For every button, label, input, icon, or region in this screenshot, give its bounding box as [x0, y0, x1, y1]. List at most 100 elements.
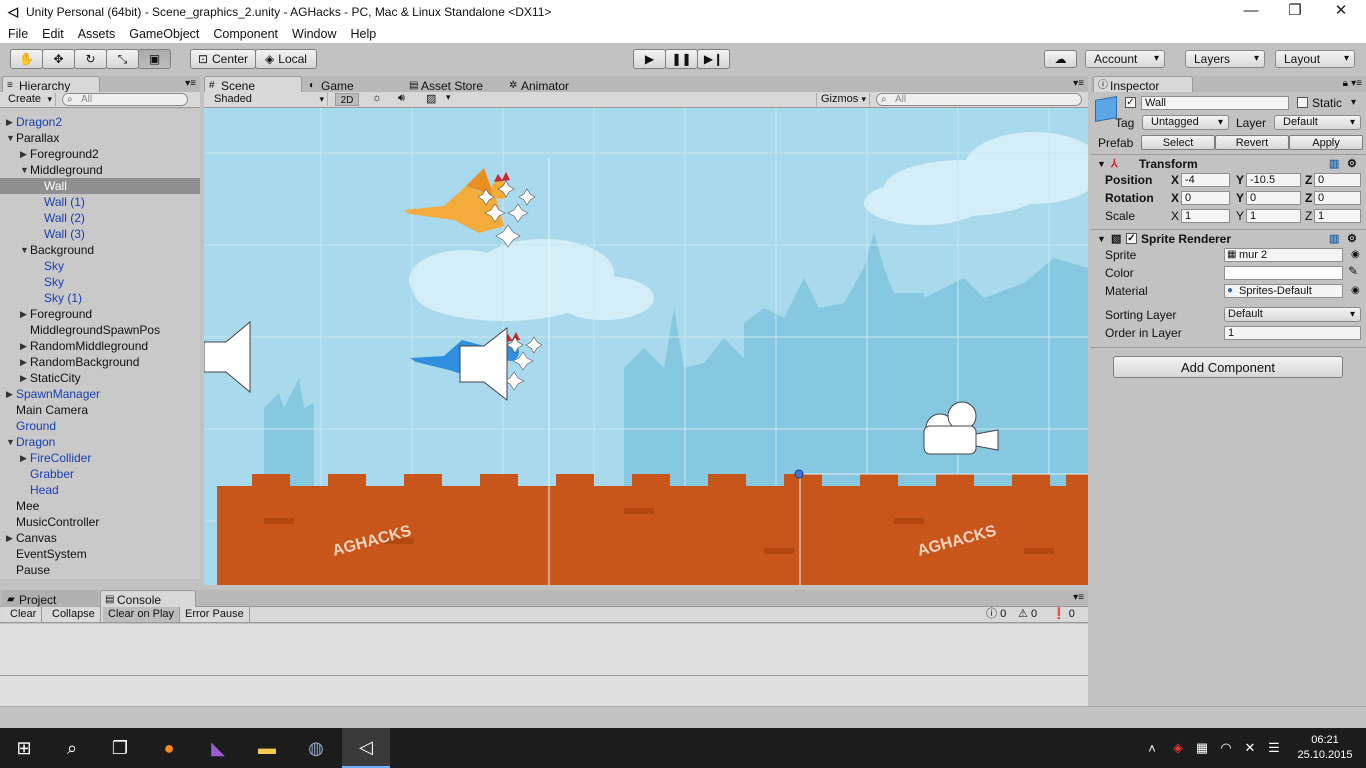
hierarchy-item[interactable]: ▶ RandomMiddleground: [0, 338, 200, 354]
firefox-icon[interactable]: ●: [145, 728, 193, 768]
hierarchy-item[interactable]: Head: [0, 482, 200, 498]
foldout-expanded-icon[interactable]: ▼: [6, 130, 15, 146]
hierarchy-item[interactable]: ▼ Background: [0, 242, 200, 258]
scene-view[interactable]: AGHACKS AGHACKS: [204, 108, 1088, 585]
foldout-expanded-icon[interactable]: ▼: [20, 242, 29, 258]
collapse-button[interactable]: Collapse: [47, 607, 101, 622]
sprite-field[interactable]: ▦ mur 2: [1224, 248, 1343, 262]
foldout-expanded-icon[interactable]: ▼: [6, 434, 15, 450]
panel-menu-icon[interactable]: ▾≡: [185, 78, 196, 89]
hierarchy-item[interactable]: Grabber: [0, 466, 200, 482]
hierarchy-item[interactable]: Wall (1): [0, 194, 200, 210]
shading-dropdown[interactable]: Shaded: [210, 93, 328, 106]
sorting-layer-dropdown[interactable]: Default: [1224, 307, 1361, 322]
layers-dropdown[interactable]: Layers: [1185, 50, 1265, 68]
hierarchy-item[interactable]: MiddlegroundSpawnPos: [0, 322, 200, 338]
error-pause-toggle[interactable]: Error Pause: [180, 607, 250, 622]
scale-tool-button[interactable]: ⤡: [106, 49, 139, 69]
help-book-icon[interactable]: ▥: [1329, 155, 1339, 173]
foldout-collapsed-icon[interactable]: ▶: [20, 354, 27, 370]
scene-panel-menu-icon[interactable]: ▾≡: [1073, 78, 1084, 89]
position-x-field[interactable]: -4: [1181, 173, 1230, 187]
lock-icon[interactable]: 🔒︎: [1343, 78, 1348, 89]
scale-y-field[interactable]: 1: [1246, 209, 1301, 223]
hierarchy-item[interactable]: ▶ FireCollider: [0, 450, 200, 466]
restore-button[interactable]: ❐: [1272, 0, 1318, 24]
hierarchy-item[interactable]: EventSystem: [0, 546, 200, 562]
effects-toggle-icon[interactable]: ▨: [426, 92, 436, 105]
tag-dropdown[interactable]: Untagged: [1142, 115, 1229, 130]
search-icon[interactable]: ⌕: [48, 728, 96, 768]
hierarchy-item[interactable]: MusicController: [0, 514, 200, 530]
hierarchy-item[interactable]: ▶ StaticCity: [0, 370, 200, 386]
start-windows-icon[interactable]: ⊞: [0, 728, 48, 768]
tray-app-icon[interactable]: ◈: [1166, 728, 1190, 768]
create-dropdown[interactable]: Create: [4, 93, 56, 106]
scene-search-input[interactable]: All: [876, 93, 1082, 106]
rect-tool-button[interactable]: ▣: [138, 49, 171, 69]
console-log-area[interactable]: [0, 624, 1088, 706]
move-tool-button[interactable]: ✥: [42, 49, 75, 69]
hierarchy-item[interactable]: Sky (1): [0, 290, 200, 306]
hierarchy-item[interactable]: ▶ Foreground2: [0, 146, 200, 162]
static-dropdown-icon[interactable]: ▾: [1351, 96, 1356, 110]
menu-gameobject[interactable]: GameObject: [129, 27, 199, 41]
foldout-collapsed-icon[interactable]: ▶: [6, 386, 13, 402]
foldout-collapsed-icon[interactable]: ▶: [20, 146, 27, 162]
hierarchy-item[interactable]: Ground: [0, 418, 200, 434]
component-gear-icon[interactable]: ⚙: [1347, 230, 1357, 248]
hierarchy-item[interactable]: ▶ RandomBackground: [0, 354, 200, 370]
tab-console[interactable]: ▤ Console: [100, 590, 196, 607]
rotation-z-field[interactable]: 0: [1314, 191, 1361, 205]
foldout-collapsed-icon[interactable]: ▶: [6, 114, 13, 130]
menu-edit[interactable]: Edit: [42, 27, 64, 41]
object-picker-icon[interactable]: ◉: [1351, 248, 1360, 262]
material-field[interactable]: ● Sprites-Default: [1224, 284, 1343, 298]
eyedropper-icon[interactable]: ✎: [1348, 264, 1358, 278]
hierarchy-item[interactable]: Sky: [0, 274, 200, 290]
2d-toggle[interactable]: 2D: [335, 93, 359, 106]
play-button[interactable]: ▶: [633, 49, 666, 69]
hand-tool-button[interactable]: ✋: [10, 49, 43, 69]
hierarchy-item[interactable]: ▶ SpawnManager: [0, 386, 200, 402]
hierarchy-item[interactable]: Pause: [0, 562, 200, 578]
color-swatch[interactable]: [1224, 266, 1343, 280]
close-button[interactable]: ✕: [1318, 0, 1364, 24]
hierarchy-item[interactable]: ▶ Dragon2: [0, 114, 200, 130]
hierarchy-search-input[interactable]: All: [62, 93, 188, 106]
help-book-icon[interactable]: ▥: [1329, 230, 1339, 248]
notifications-icon[interactable]: ☰: [1262, 728, 1286, 768]
task-view-icon[interactable]: ❐: [96, 728, 144, 768]
unity-taskbar-icon[interactable]: ◁: [342, 728, 390, 768]
wifi-icon[interactable]: ◠: [1214, 728, 1238, 768]
hierarchy-item[interactable]: Wall (2): [0, 210, 200, 226]
rotation-x-field[interactable]: 0: [1181, 191, 1230, 205]
menu-window[interactable]: Window: [292, 27, 336, 41]
layout-dropdown[interactable]: Layout: [1275, 50, 1355, 68]
foldout-expanded-icon[interactable]: ▼: [20, 162, 29, 178]
rotate-tool-button[interactable]: ↻: [74, 49, 107, 69]
tab-project[interactable]: ▰ Project: [2, 590, 98, 607]
position-y-field[interactable]: -10.5: [1246, 173, 1301, 187]
hierarchy-item[interactable]: ▼ Dragon: [0, 434, 200, 450]
foldout-collapsed-icon[interactable]: ▶: [20, 450, 27, 466]
clear-on-play-toggle[interactable]: Clear on Play: [103, 607, 181, 622]
file-explorer-icon[interactable]: ▬: [243, 728, 291, 768]
prefab-apply-button[interactable]: Apply: [1289, 135, 1363, 150]
effects-dropdown-icon[interactable]: ▾: [446, 92, 451, 103]
pivot-center-button[interactable]: ⊡ Center: [190, 49, 256, 69]
account-dropdown[interactable]: Account: [1085, 50, 1165, 68]
hierarchy-item[interactable]: ▶ Canvas: [0, 530, 200, 546]
menu-help[interactable]: Help: [350, 27, 376, 41]
error-count[interactable]: ❗ 0: [1052, 607, 1075, 622]
hierarchy-item[interactable]: Main Camera: [0, 402, 200, 418]
visual-studio-icon[interactable]: ◣: [194, 728, 242, 768]
sprite-renderer-enabled-checkbox[interactable]: ✓: [1126, 233, 1137, 244]
foldout-collapsed-icon[interactable]: ▶: [20, 370, 27, 386]
info-count[interactable]: ⓘ 0: [986, 607, 1006, 622]
scale-x-field[interactable]: 1: [1181, 209, 1230, 223]
steam-icon[interactable]: ◍: [292, 728, 340, 768]
tray-network-icon[interactable]: ▦: [1190, 728, 1214, 768]
sprite-renderer-header[interactable]: ▼ ▧ ✓ Sprite Renderer ▥ ⚙: [1091, 229, 1366, 247]
audio-toggle-icon[interactable]: 🔊︎: [398, 92, 405, 105]
